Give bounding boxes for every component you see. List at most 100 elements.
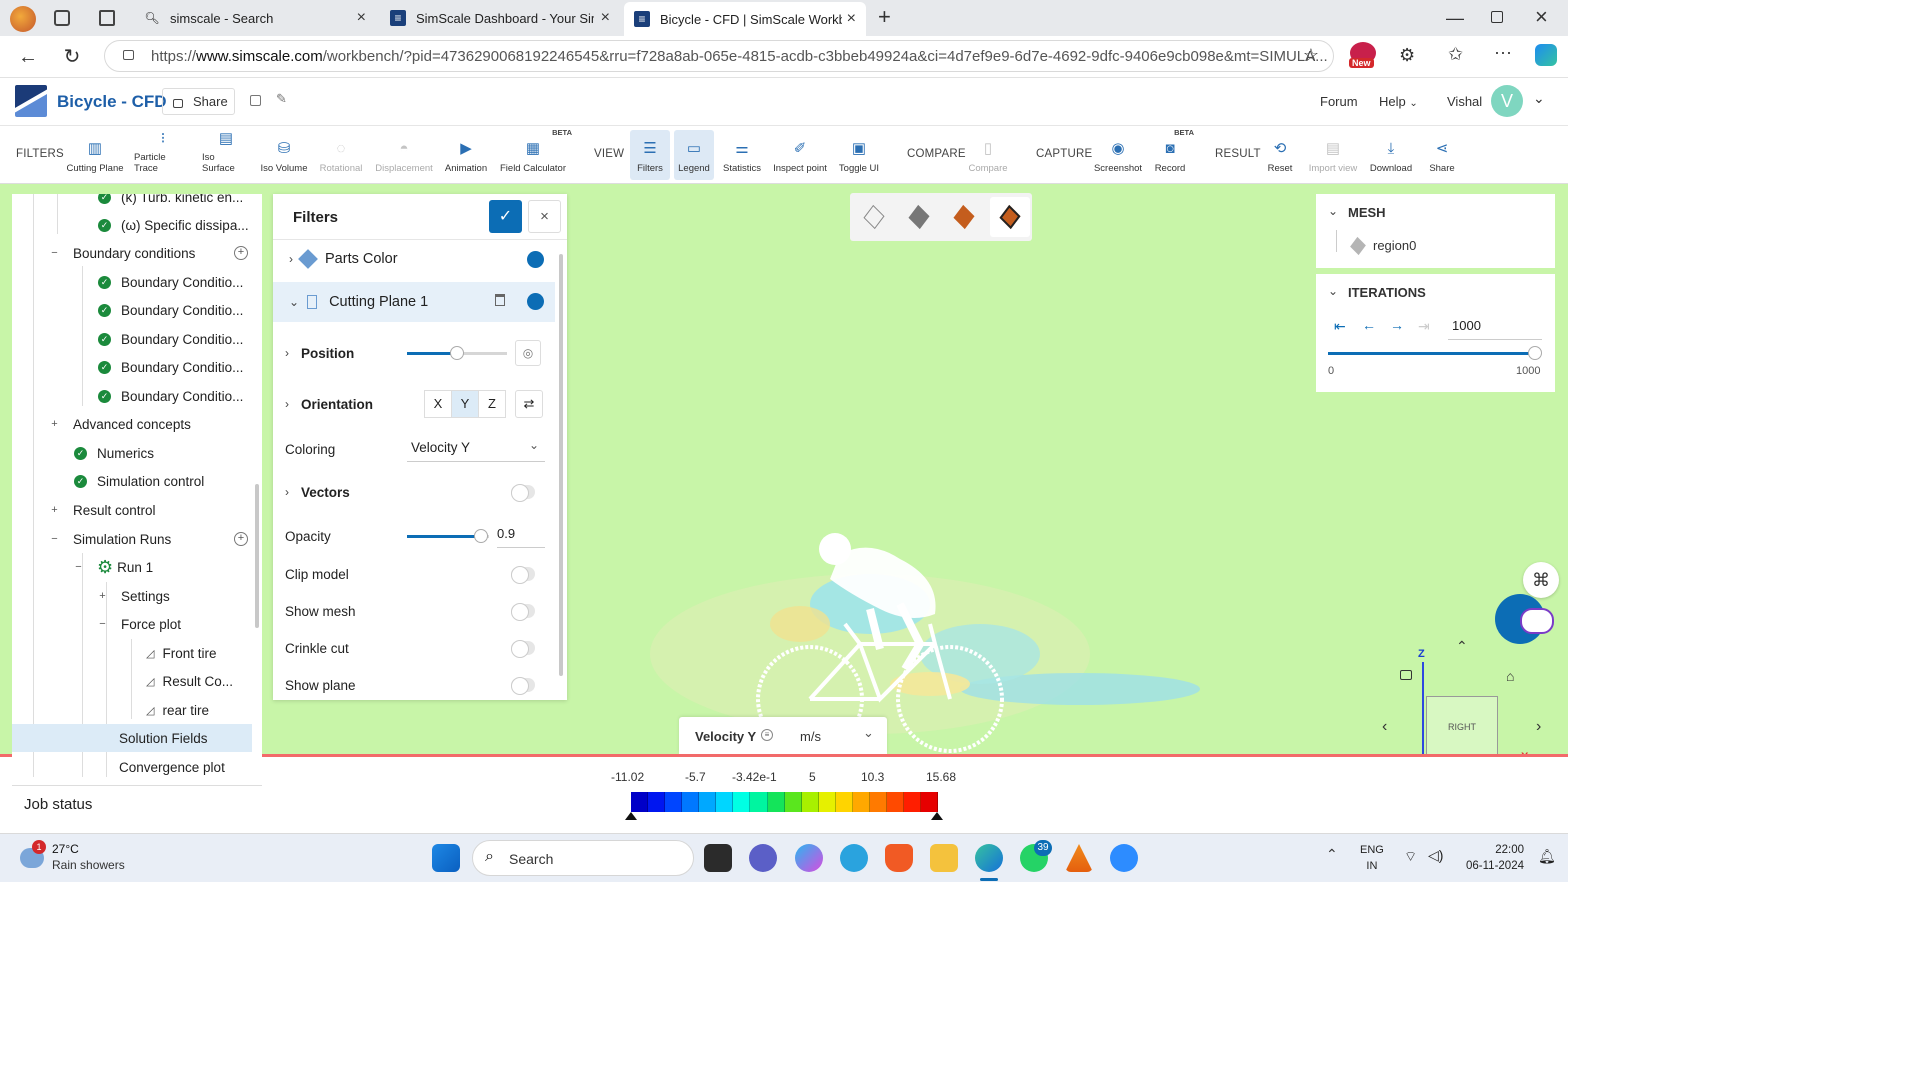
brave-browser-icon[interactable] bbox=[885, 844, 913, 872]
field-calculator-button[interactable]: ▦ Field Calculator BETA bbox=[500, 128, 572, 180]
workspaces-icon[interactable] bbox=[54, 10, 70, 26]
tree-item-numerics[interactable]: ✓ Numerics bbox=[74, 439, 154, 467]
volume-icon[interactable]: ◁) bbox=[1428, 847, 1443, 864]
solid-view-icon[interactable] bbox=[908, 204, 930, 230]
vlc-icon[interactable] bbox=[1065, 844, 1093, 872]
position-slider-handle[interactable] bbox=[450, 346, 464, 360]
collapse-icon[interactable]: − bbox=[50, 533, 59, 545]
tree-item-boundary-condition[interactable]: ✓ Boundary Conditio... bbox=[98, 382, 243, 410]
rotate-up-icon[interactable]: ⌃ bbox=[1456, 638, 1468, 655]
browser-profile-icon[interactable] bbox=[10, 6, 36, 32]
tab-simscale-search[interactable]: 🔍︎ simscale - Search × bbox=[134, 4, 376, 32]
clock[interactable]: 22:00 06-11-2024 bbox=[1466, 842, 1524, 874]
opacity-input[interactable]: 0.9 bbox=[497, 526, 545, 548]
legend-max-marker[interactable] bbox=[931, 812, 943, 820]
tree-item-front-tire[interactable]: ◿ Front tire bbox=[146, 639, 216, 667]
target-position-icon[interactable]: ◎ bbox=[515, 340, 541, 366]
flip-orientation-icon[interactable]: ⇄ bbox=[515, 390, 543, 418]
trash-icon[interactable] bbox=[495, 294, 505, 306]
legend-settings-icon[interactable]: ≡ bbox=[761, 729, 773, 741]
tree-item-result-control-plot[interactable]: ◿ Result Co... bbox=[146, 667, 233, 695]
tree-item-boundary-conditions[interactable]: − Boundary conditions + bbox=[50, 239, 262, 267]
tree-item-advanced-concepts[interactable]: + Advanced concepts bbox=[50, 410, 191, 438]
statistics-button[interactable]: ⚌ Statistics bbox=[720, 130, 764, 180]
filters-scrollbar[interactable] bbox=[559, 254, 563, 676]
expand-icon[interactable]: + bbox=[50, 504, 59, 516]
add-run-icon[interactable]: + bbox=[234, 532, 248, 546]
edge-browser-icon[interactable] bbox=[975, 844, 1003, 872]
axis-y-button[interactable]: Y bbox=[451, 390, 479, 418]
new-tab-button[interactable]: + bbox=[878, 4, 891, 30]
share-result-button[interactable]: ⋖ Share bbox=[1424, 130, 1460, 180]
zoom-icon[interactable] bbox=[1110, 844, 1138, 872]
wireframe-view-icon[interactable] bbox=[863, 204, 885, 230]
first-iteration-icon[interactable]: ⇤ bbox=[1334, 318, 1346, 335]
copilot-icon[interactable] bbox=[1535, 44, 1557, 66]
position-row[interactable]: › Position ◎ bbox=[273, 340, 557, 366]
collapse-icon[interactable]: − bbox=[74, 561, 83, 573]
close-tab-icon[interactable]: × bbox=[357, 9, 366, 27]
iso-volume-button[interactable]: ⛁ Iso Volume bbox=[260, 130, 308, 180]
shortcuts-button[interactable]: ⌘ bbox=[1523, 562, 1559, 598]
telegram-icon[interactable] bbox=[840, 844, 868, 872]
avatar[interactable]: V bbox=[1491, 85, 1523, 117]
simscale-logo-icon[interactable] bbox=[15, 85, 47, 117]
language-indicator[interactable]: ENG IN bbox=[1360, 842, 1384, 874]
tree-item-rear-tire[interactable]: ◿ rear tire bbox=[146, 696, 209, 724]
view-cube-right-face[interactable]: RIGHT bbox=[1426, 696, 1498, 756]
displacement-button[interactable]: ◓ Displacement bbox=[374, 130, 434, 180]
help-menu[interactable]: Help ⌄ bbox=[1379, 94, 1418, 109]
coloring-select[interactable]: Velocity Y ⌄ bbox=[407, 436, 545, 462]
next-iteration-icon[interactable]: → bbox=[1390, 317, 1404, 333]
camera-projection-icon[interactable] bbox=[1400, 670, 1412, 680]
legend-button[interactable]: ▭ Legend bbox=[674, 130, 714, 180]
project-title[interactable]: Bicycle - CFD bbox=[57, 92, 167, 112]
reset-button[interactable]: ⟲ Reset bbox=[1264, 130, 1296, 180]
tree-scrollbar[interactable] bbox=[255, 484, 259, 628]
wifi-icon[interactable]: ⌔ bbox=[1404, 848, 1417, 866]
notifications-bell-icon[interactable]: 🔔︎ bbox=[1538, 848, 1556, 865]
toggle-ui-button[interactable]: ▣ Toggle UI bbox=[838, 130, 880, 180]
forum-link[interactable]: Forum bbox=[1320, 94, 1358, 109]
taskbar-search-box[interactable]: ⌕ Search bbox=[472, 840, 694, 876]
import-view-button[interactable]: ▤ Import view bbox=[1306, 130, 1360, 180]
compare-button[interactable]: ▯ Compare bbox=[966, 130, 1010, 180]
tree-item-run-1[interactable]: − ⚙ Run 1 bbox=[74, 553, 153, 581]
cutting-plane-filter[interactable]: ⌄ Cutting Plane 1 bbox=[273, 282, 555, 322]
back-arrow-icon[interactable]: ← bbox=[14, 44, 42, 70]
tree-item-force-plot[interactable]: − Force plot bbox=[98, 610, 181, 638]
share-button[interactable]: Share bbox=[162, 88, 235, 115]
chevron-down-icon[interactable]: ⌄ bbox=[1328, 204, 1338, 218]
parts-color-filter[interactable]: › Parts Color bbox=[273, 244, 557, 274]
record-button[interactable]: ◙ Record BETA bbox=[1152, 128, 1194, 180]
rotate-right-icon[interactable]: › bbox=[1536, 718, 1541, 736]
chevron-down-icon[interactable]: ⌄ bbox=[1533, 90, 1545, 107]
close-tab-icon[interactable]: × bbox=[601, 9, 610, 27]
tree-item-simulation-control[interactable]: ✓ Simulation control bbox=[74, 467, 204, 495]
tree-item-boundary-condition[interactable]: ✓ Boundary Conditio... bbox=[98, 268, 243, 296]
favorite-star-icon[interactable]: ☆ bbox=[1303, 45, 1319, 66]
weather-widget[interactable]: 1 27°C Rain showers bbox=[18, 840, 148, 876]
tree-item-boundary-condition[interactable]: ✓ Boundary Conditio... bbox=[98, 296, 243, 324]
surface-view-icon[interactable] bbox=[953, 204, 975, 230]
axis-z-button[interactable]: Z bbox=[478, 390, 506, 418]
copilot-app-icon[interactable] bbox=[795, 844, 823, 872]
home-view-icon[interactable]: ⌂ bbox=[1506, 668, 1514, 684]
add-boundary-condition-icon[interactable]: + bbox=[234, 246, 248, 260]
clip-model-toggle[interactable] bbox=[511, 566, 535, 584]
animation-button[interactable]: ▶ Animation bbox=[443, 130, 489, 180]
job-status-header[interactable]: Job status bbox=[12, 785, 262, 821]
file-explorer-icon[interactable] bbox=[930, 844, 958, 872]
close-tab-icon[interactable]: × bbox=[847, 10, 856, 28]
tree-item-solution-fields[interactable]: Solution Fields bbox=[12, 724, 252, 752]
last-iteration-icon[interactable]: ⇥ bbox=[1418, 318, 1430, 335]
show-hidden-icons[interactable]: ⌃ bbox=[1326, 846, 1338, 863]
favorites-icon[interactable]: ✩ bbox=[1448, 44, 1463, 65]
filters-button[interactable]: ☰ Filters bbox=[630, 130, 670, 180]
parts-color-visibility-toggle[interactable] bbox=[527, 251, 544, 268]
copy-project-icon[interactable] bbox=[250, 95, 261, 106]
crinkle-cut-toggle[interactable] bbox=[511, 640, 535, 658]
cutting-plane-visibility-toggle[interactable] bbox=[527, 293, 544, 310]
inspect-point-button[interactable]: ✐ Inspect point bbox=[772, 130, 828, 180]
close-filters-button[interactable]: × bbox=[528, 200, 561, 233]
